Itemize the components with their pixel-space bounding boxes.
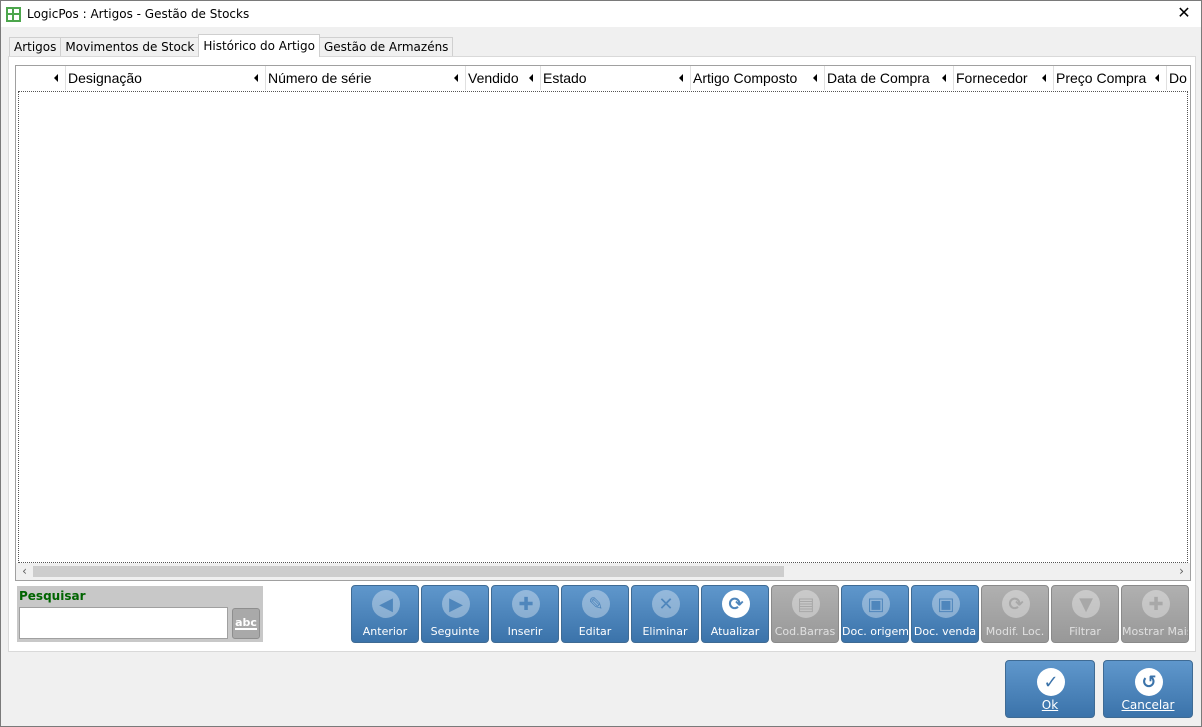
grid-header: Designação Número de série Vendido Estad…	[16, 66, 1190, 90]
sort-arrow-icon	[1042, 74, 1046, 82]
folder-icon: ▣	[932, 590, 960, 618]
plus-icon: ✚	[512, 590, 540, 618]
arrow-right-icon: ▶	[442, 590, 470, 618]
sort-arrow-icon	[1155, 74, 1159, 82]
scroll-right-icon[interactable]: ›	[1173, 563, 1190, 580]
search-input[interactable]	[19, 607, 228, 639]
sort-arrow-icon	[529, 74, 533, 82]
scroll-left-icon[interactable]: ‹	[16, 563, 33, 580]
tab-strip: Artigos Movimentos de Stock Histórico do…	[9, 34, 454, 57]
mostrar-mais-button[interactable]: ✚ Mostrar Mais	[1121, 585, 1189, 643]
folder-icon: ▣	[862, 590, 890, 618]
checkmark-icon: ✓	[1037, 668, 1065, 696]
filtrar-button[interactable]: ▼ Filtrar	[1051, 585, 1119, 643]
inserir-button[interactable]: ✚ Inserir	[491, 585, 559, 643]
virtual-keyboard-button[interactable]: abc	[232, 608, 260, 639]
horizontal-scrollbar[interactable]: ‹ ›	[16, 563, 1190, 580]
refresh-icon: ⟳	[1002, 590, 1030, 618]
atualizar-button[interactable]: ⟳ Atualizar	[701, 585, 769, 643]
cod-barras-button[interactable]: ▤ Cod.Barras	[771, 585, 839, 643]
anterior-button[interactable]: ◀ Anterior	[351, 585, 419, 643]
eliminar-button[interactable]: ✕ Eliminar	[631, 585, 699, 643]
column-header-do[interactable]: Do	[1167, 66, 1190, 90]
doc-venda-button[interactable]: ▣ Doc. venda	[911, 585, 979, 643]
sort-arrow-icon	[454, 74, 458, 82]
pencil-icon: ✎	[582, 590, 610, 618]
printer-icon: ▤	[792, 590, 820, 618]
column-header-designacao[interactable]: Designação	[66, 66, 266, 90]
main-window: LogicPos : Artigos - Gestão de Stocks ✕ …	[0, 0, 1202, 727]
cancel-label: Cancelar	[1121, 698, 1175, 712]
app-logo-icon	[6, 6, 21, 22]
sort-arrow-icon	[942, 74, 946, 82]
column-header-data-de-compra[interactable]: Data de Compra	[825, 66, 954, 90]
delete-x-icon: ✕	[652, 590, 680, 618]
sort-arrow-icon	[679, 74, 683, 82]
refresh-icon: ⟳	[722, 590, 750, 618]
column-header-artigo-composto[interactable]: Artigo Composto	[691, 66, 825, 90]
search-label: Pesquisar	[19, 589, 86, 603]
cancel-button[interactable]: ↺ Cancelar	[1103, 660, 1193, 718]
modif-loc-button[interactable]: ⟳ Modif. Loc.	[981, 585, 1049, 643]
column-header-fornecedor[interactable]: Fornecedor	[954, 66, 1054, 90]
scrollbar-thumb[interactable]	[33, 566, 784, 577]
keyboard-abc-icon: abc	[235, 616, 257, 630]
tab-movimentos-de-stock[interactable]: Movimentos de Stock	[60, 37, 200, 57]
column-header-numero-de-serie[interactable]: Número de série	[266, 66, 466, 90]
filter-icon: ▼	[1072, 590, 1100, 618]
column-header-estado[interactable]: Estado	[541, 66, 691, 90]
close-icon[interactable]: ✕	[1175, 4, 1193, 22]
tab-panel: Designação Número de série Vendido Estad…	[8, 56, 1196, 652]
grid-body[interactable]	[18, 91, 1188, 563]
column-header-vendido[interactable]: Vendido	[466, 66, 541, 90]
tab-gestao-de-armazens[interactable]: Gestão de Armazéns	[318, 37, 454, 57]
arrow-left-icon: ◀	[372, 590, 400, 618]
plus-icon: ✚	[1142, 590, 1170, 618]
ok-button[interactable]: ✓ Ok	[1005, 660, 1095, 718]
undo-icon: ↺	[1135, 668, 1163, 696]
sort-arrow-icon	[54, 74, 58, 82]
editar-button[interactable]: ✎ Editar	[561, 585, 629, 643]
seguinte-button[interactable]: ▶ Seguinte	[421, 585, 489, 643]
column-header-selector[interactable]	[16, 66, 66, 90]
column-header-preco-compra[interactable]: Preço Compra	[1054, 66, 1167, 90]
sort-arrow-icon	[254, 74, 258, 82]
doc-origem-button[interactable]: ▣ Doc. origem	[841, 585, 909, 643]
window-title: LogicPos : Artigos - Gestão de Stocks	[27, 7, 250, 21]
sort-arrow-icon	[813, 74, 817, 82]
ok-label: Ok	[1041, 698, 1059, 712]
tab-historico-do-artigo[interactable]: Histórico do Artigo	[198, 34, 320, 57]
tab-artigos[interactable]: Artigos	[9, 37, 62, 57]
toolbar: ◀ Anterior ▶ Seguinte ✚ Inserir ✎ Editar ✕ El…	[351, 585, 1189, 643]
title-bar: LogicPos : Artigos - Gestão de Stocks ✕	[1, 1, 1201, 27]
history-grid[interactable]: Designação Número de série Vendido Estad…	[15, 65, 1191, 581]
search-panel: Pesquisar abc	[17, 586, 263, 642]
